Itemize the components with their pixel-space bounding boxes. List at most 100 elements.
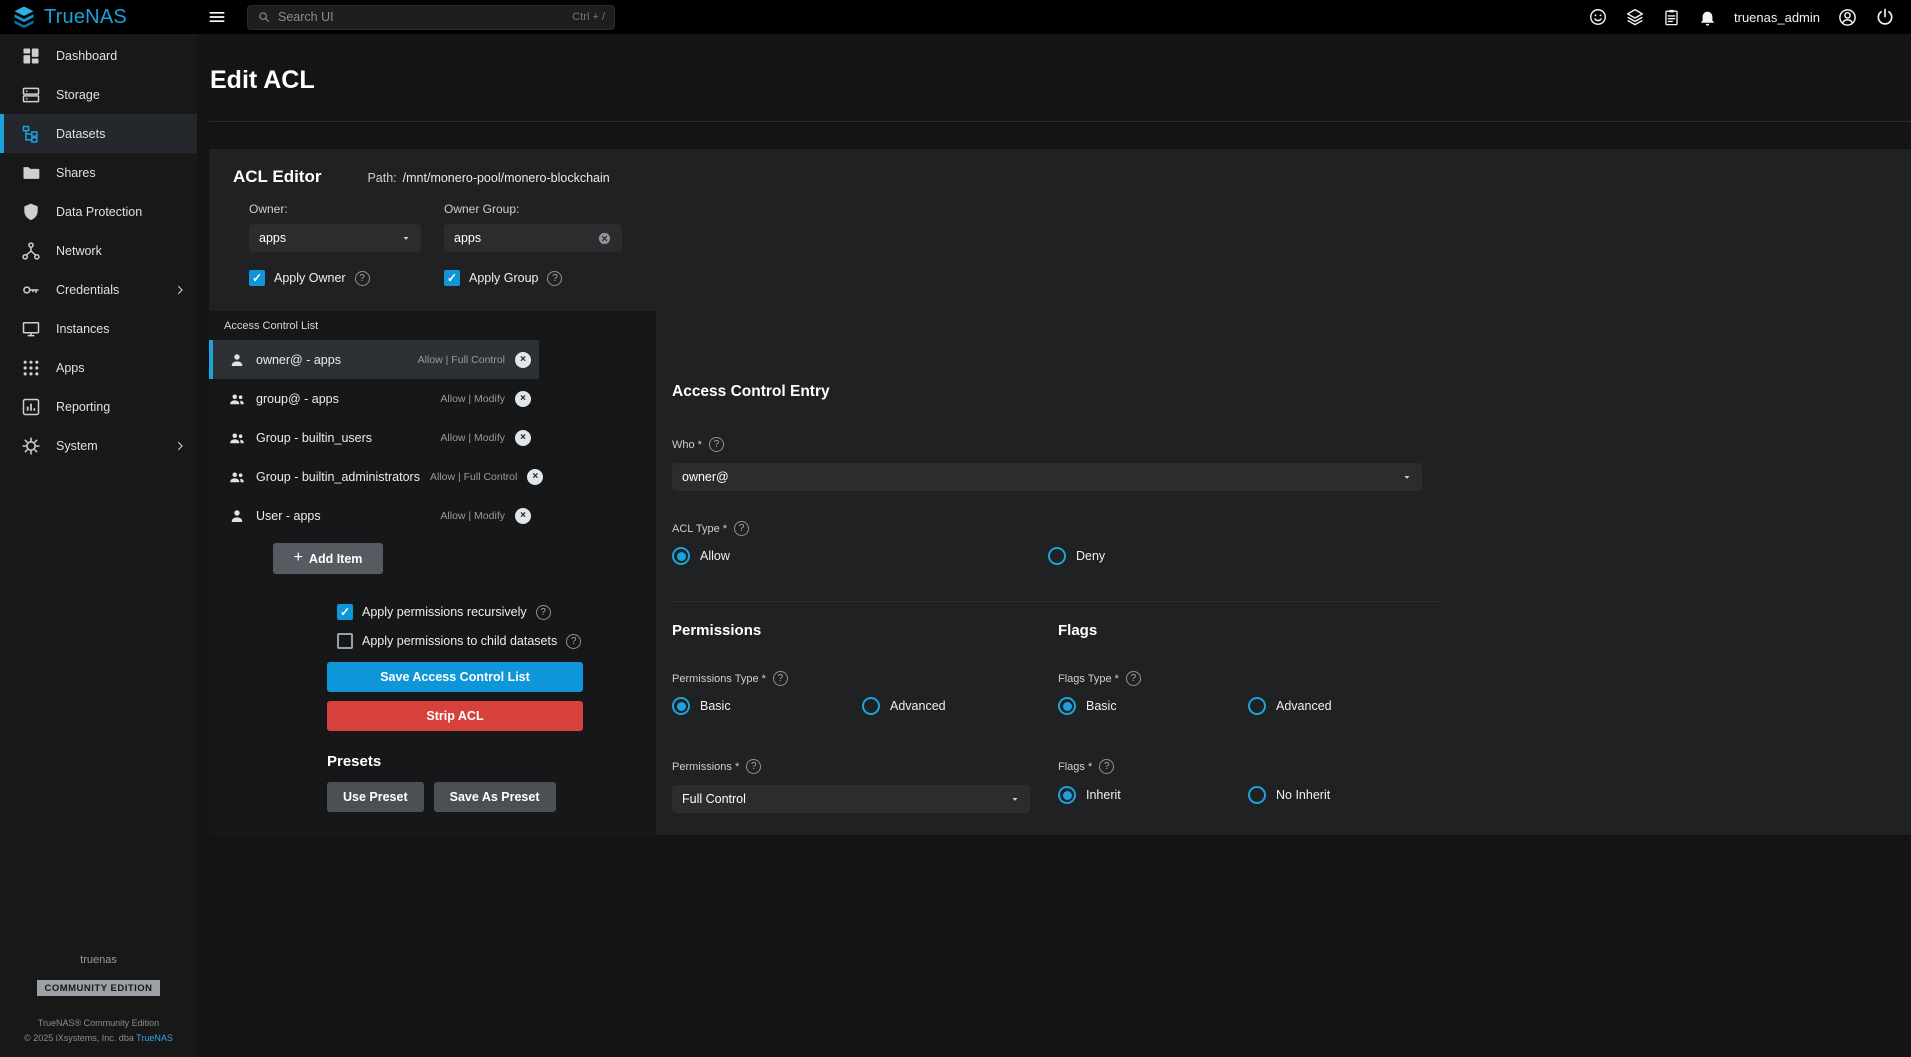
help-icon[interactable] (536, 605, 551, 620)
hamburger-menu-icon[interactable] (207, 7, 227, 27)
sidebar-item-reporting[interactable]: Reporting (0, 387, 197, 426)
acl-editor-card: ACL Editor Path:/mnt/monero-pool/monero-… (209, 149, 1911, 835)
remove-entry-icon[interactable] (515, 391, 531, 407)
acl-entry-meta: Allow | Full Control (430, 471, 517, 483)
help-icon[interactable] (746, 759, 761, 774)
radio-flags-basic[interactable]: Basic (1058, 697, 1248, 715)
radio-flags-advanced[interactable]: Advanced (1248, 697, 1332, 715)
copyright-text: © 2025 iXsystems, Inc. dba (24, 1033, 134, 1043)
owner-label: Owner: (249, 202, 421, 216)
radio-permissions-basic[interactable]: Basic (672, 697, 862, 715)
remove-entry-icon[interactable] (515, 352, 531, 368)
clear-icon[interactable] (597, 231, 612, 246)
sidebar: Dashboard Storage Datasets Shares Data P… (0, 34, 197, 1057)
sidebar-item-shares[interactable]: Shares (0, 153, 197, 192)
plus-icon: + (294, 549, 303, 567)
acl-type-radio-group: Allow Deny (672, 547, 1438, 565)
radio-permissions-advanced[interactable]: Advanced (862, 697, 946, 715)
sidebar-item-dashboard[interactable]: Dashboard (0, 36, 197, 75)
power-icon[interactable] (1875, 7, 1895, 27)
brand-text: TrueNAS (44, 6, 127, 29)
help-icon[interactable] (1099, 759, 1114, 774)
remove-entry-icon[interactable] (527, 469, 543, 485)
acl-entry-row[interactable]: owner@ - apps Allow | Full Control (209, 340, 539, 379)
feedback-smiley-icon[interactable] (1588, 7, 1608, 27)
help-icon[interactable] (566, 634, 581, 649)
acl-entry-row[interactable]: Group - builtin_users Allow | Modify (209, 418, 539, 457)
radio-no-inherit[interactable]: No Inherit (1248, 786, 1330, 804)
instances-monitor-icon (21, 319, 41, 339)
permissions-select[interactable]: Full Control (672, 785, 1030, 813)
chevron-down-icon (1010, 794, 1020, 804)
use-preset-button[interactable]: Use Preset (327, 782, 424, 812)
group-icon (228, 468, 246, 486)
sidebar-item-data-protection[interactable]: Data Protection (0, 192, 197, 231)
who-select[interactable]: owner@ (672, 463, 1422, 491)
truenas-brand[interactable]: TrueNAS (12, 5, 197, 29)
add-item-button[interactable]: + Add Item (273, 543, 383, 574)
sidebar-item-label: Reporting (56, 400, 110, 414)
owner-group-input[interactable]: apps (444, 224, 622, 252)
account-user-icon[interactable] (1837, 7, 1858, 28)
truenas-footer-link[interactable]: TrueNAS (136, 1033, 173, 1043)
sidebar-item-datasets[interactable]: Datasets (0, 114, 197, 153)
acl-entry-label: User - apps (256, 509, 321, 523)
notifications-bell-icon[interactable] (1698, 8, 1717, 27)
recursive-checkbox[interactable] (337, 604, 353, 620)
chevron-right-icon (173, 439, 187, 453)
search-input[interactable] (278, 10, 565, 24)
help-icon[interactable] (547, 271, 562, 286)
save-as-preset-button[interactable]: Save As Preset (434, 782, 556, 812)
sidebar-item-storage[interactable]: Storage (0, 75, 197, 114)
gear-icon (21, 436, 41, 456)
person-icon (228, 351, 246, 369)
acl-entry-label: Group - builtin_users (256, 431, 372, 445)
sidebar-footer: truenas COMMUNITY EDITION TrueNAS® Commu… (0, 954, 197, 1045)
permissions-type-label: Permissions Type * (672, 673, 766, 685)
help-icon[interactable] (709, 437, 724, 452)
apply-group-checkbox[interactable] (444, 270, 460, 286)
acl-entry-row[interactable]: User - apps Allow | Modify (209, 496, 539, 535)
child-datasets-checkbox[interactable] (337, 633, 353, 649)
sidebar-item-apps[interactable]: Apps (0, 348, 197, 387)
acl-entry-meta: Allow | Modify (440, 510, 505, 522)
help-icon[interactable] (734, 521, 749, 536)
flags-label: Flags * (1058, 761, 1092, 773)
radio-deny[interactable]: Deny (1048, 547, 1105, 565)
path-value: /mnt/monero-pool/monero-blockchain (403, 171, 610, 185)
strip-acl-button[interactable]: Strip ACL (327, 701, 583, 731)
save-acl-button[interactable]: Save Access Control List (327, 662, 583, 692)
radio-icon (1058, 697, 1076, 715)
sidebar-item-instances[interactable]: Instances (0, 309, 197, 348)
network-hub-icon (21, 241, 41, 261)
access-control-entry-panel: Access Control Entry Who * owner@ ACL Ty… (672, 311, 1438, 836)
owner-select[interactable]: apps (249, 224, 421, 252)
username-label[interactable]: truenas_admin (1734, 10, 1820, 25)
radio-inherit[interactable]: Inherit (1058, 786, 1248, 804)
preset-buttons-row: Use Preset Save As Preset (327, 782, 583, 812)
jobs-clipboard-icon[interactable] (1662, 8, 1681, 27)
global-search[interactable]: Ctrl + / (247, 5, 615, 30)
radio-icon (672, 697, 690, 715)
radio-allow[interactable]: Allow (672, 547, 1048, 565)
acl-entry-row[interactable]: group@ - apps Allow | Modify (209, 379, 539, 418)
help-icon[interactable] (355, 271, 370, 286)
acl-entry-row[interactable]: Group - builtin_administrators Allow | F… (209, 457, 539, 496)
edition-badge[interactable]: COMMUNITY EDITION (37, 980, 159, 996)
help-icon[interactable] (773, 671, 788, 686)
remove-entry-icon[interactable] (515, 430, 531, 446)
sidebar-item-credentials[interactable]: Credentials (0, 270, 197, 309)
stack-layers-icon[interactable] (1625, 7, 1645, 27)
sidebar-item-label: Network (56, 244, 102, 258)
acl-entry-meta: Allow | Full Control (418, 354, 505, 366)
owner-group-field: Owner Group: apps (444, 202, 622, 252)
sidebar-item-label: Instances (56, 322, 110, 336)
apply-owner-checkbox[interactable] (249, 270, 265, 286)
help-icon[interactable] (1126, 671, 1141, 686)
sidebar-item-system[interactable]: System (0, 426, 197, 465)
who-value: owner@ (682, 470, 729, 484)
acl-entry-label: Group - builtin_administrators (256, 470, 420, 484)
owner-fields-row: Owner: apps Owner Group: apps (249, 202, 1887, 252)
sidebar-item-network[interactable]: Network (0, 231, 197, 270)
remove-entry-icon[interactable] (515, 508, 531, 524)
